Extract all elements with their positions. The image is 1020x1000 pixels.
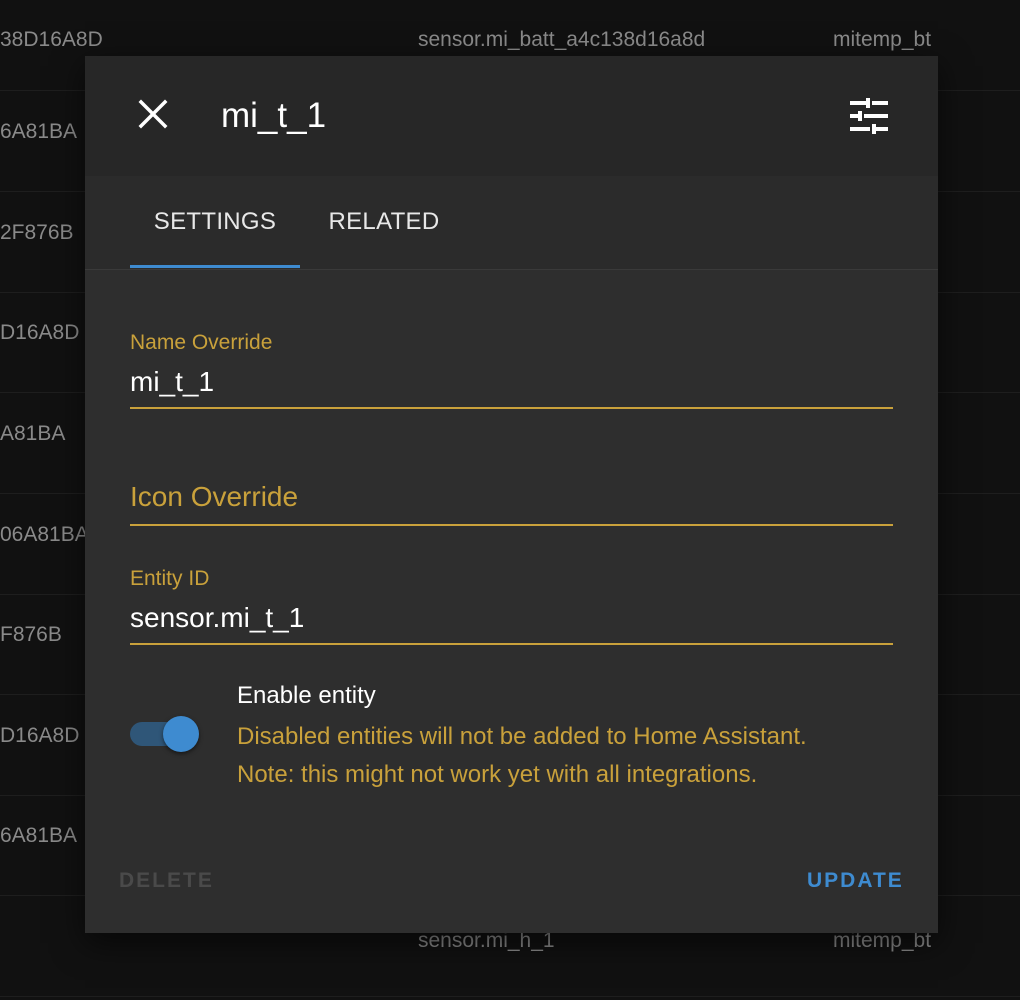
close-icon: [137, 98, 169, 135]
active-tab-indicator: [130, 265, 300, 268]
name-override-field[interactable]: Name Override mi_t_1: [130, 328, 893, 410]
input-underline: [130, 643, 893, 645]
entity-id-field[interactable]: Entity ID sensor.mi_t_1: [130, 564, 893, 646]
table-cell: 2F876B: [0, 221, 74, 244]
table-cell: F876B: [0, 623, 62, 646]
update-button[interactable]: UPDATE: [807, 869, 904, 893]
input-underline: [130, 524, 893, 526]
tune-icon: [850, 97, 888, 139]
close-button[interactable]: [129, 92, 177, 140]
tab-bar: SETTINGS RELATED: [85, 176, 938, 270]
icon-override-field[interactable]: Icon Override: [130, 481, 893, 528]
table-cell: 6A81BA: [0, 824, 78, 847]
delete-button[interactable]: DELETE: [119, 869, 214, 893]
description-line: Note: this might not work yet with all i…: [237, 761, 758, 788]
table-cell: 38D16A8D: [0, 28, 103, 51]
dialog-header: mi_t_1: [85, 56, 938, 176]
toggle-knob: [163, 716, 199, 752]
entity-id-input[interactable]: sensor.mi_t_1: [130, 602, 304, 634]
table-cell: sensor.mi_batt_a4c138d16a8d: [418, 28, 706, 51]
entity-id-label: Entity ID: [130, 567, 210, 590]
entity-settings-dialog: mi_t_1 SETTINGS RELATED Name Override mi…: [85, 56, 938, 933]
enable-entity-toggle[interactable]: [130, 716, 200, 752]
table-cell: A81BA: [0, 422, 66, 445]
name-override-input[interactable]: mi_t_1: [130, 366, 214, 398]
table-cell: D16A8D: [0, 724, 80, 747]
description-line: Disabled entities will not be added to H…: [237, 723, 807, 750]
table-cell: 6A81BA: [0, 120, 78, 143]
enable-entity-label: Enable entity: [237, 682, 376, 709]
icon-override-label: Icon Override: [130, 481, 299, 512]
tab-related[interactable]: RELATED: [300, 176, 468, 268]
tab-settings[interactable]: SETTINGS: [130, 176, 300, 268]
table-cell: D16A8D: [0, 321, 80, 344]
name-override-label: Name Override: [130, 331, 273, 354]
dialog-title: mi_t_1: [221, 96, 327, 135]
input-underline: [130, 407, 893, 409]
advanced-settings-button[interactable]: [845, 94, 893, 142]
table-cell: 06A81BA: [0, 523, 89, 546]
enable-entity-description: Disabled entities will not be added to H…: [237, 718, 917, 794]
table-cell: mitemp_bt: [833, 28, 932, 51]
